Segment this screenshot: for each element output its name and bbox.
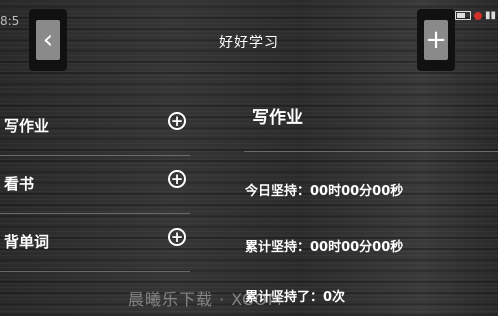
status-time: 8:5 bbox=[0, 14, 20, 28]
record-icon bbox=[473, 11, 482, 20]
add-circle-icon[interactable]: + bbox=[168, 228, 186, 246]
add-circle-icon[interactable]: + bbox=[168, 170, 186, 188]
battery-icon bbox=[454, 11, 471, 20]
task-item[interactable]: 写作业 + bbox=[0, 100, 190, 158]
watermark: 晨曦乐下载 · XCOM bbox=[128, 290, 283, 309]
add-task-button[interactable]: + bbox=[417, 9, 455, 71]
signal-icon: ▮▮ bbox=[484, 10, 496, 21]
task-label: 写作业 bbox=[4, 117, 50, 135]
task-item[interactable]: 看书 + bbox=[0, 158, 190, 216]
total-duration: 累计坚持：00时00分00秒 bbox=[245, 240, 404, 255]
divider bbox=[0, 271, 190, 272]
today-duration: 今日坚持：00时00分00秒 bbox=[245, 184, 404, 199]
detail-title: 写作业 bbox=[252, 108, 303, 128]
task-item[interactable]: 背单词 + bbox=[0, 216, 190, 274]
add-circle-icon[interactable]: + bbox=[168, 112, 186, 130]
divider bbox=[0, 155, 190, 156]
divider bbox=[0, 213, 190, 214]
plus-icon: + bbox=[424, 20, 448, 60]
task-list: 写作业 + 看书 + 背单词 + bbox=[0, 100, 190, 274]
task-label: 看书 bbox=[4, 175, 35, 193]
detail-divider bbox=[244, 151, 498, 152]
task-label: 背单词 bbox=[4, 233, 50, 251]
